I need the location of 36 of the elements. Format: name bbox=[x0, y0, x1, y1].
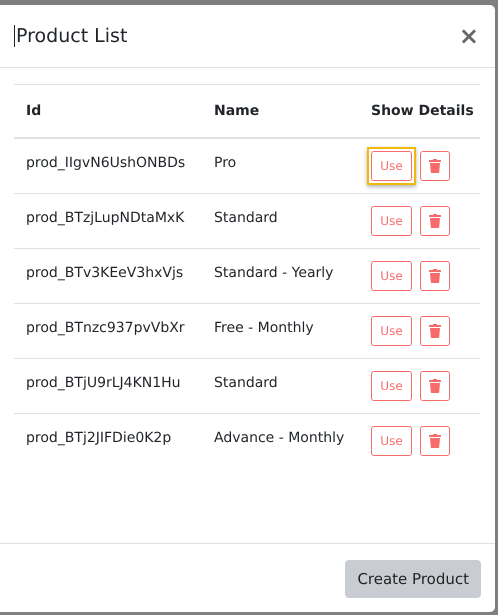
table-cell: Advance - Monthly bbox=[214, 430, 344, 446]
use-button[interactable]: Use bbox=[371, 151, 412, 181]
table-cell: Standard bbox=[214, 210, 278, 226]
table-cell: prod_IIgvN6UshONBDs bbox=[26, 155, 186, 171]
table-cell: Pro bbox=[214, 155, 236, 171]
trash-icon bbox=[429, 379, 441, 393]
table-cell: prod_BTzjLupNDtaMxK bbox=[26, 210, 184, 226]
use-button[interactable]: Use bbox=[371, 371, 412, 401]
use-button[interactable]: Use bbox=[371, 206, 412, 236]
table-cell: prod_BTv3KEeV3hxVjs bbox=[26, 265, 184, 281]
column-header: Id bbox=[26, 103, 42, 119]
use-button[interactable]: Use bbox=[371, 261, 412, 291]
delete-button[interactable] bbox=[420, 151, 450, 181]
delete-button[interactable] bbox=[420, 261, 450, 291]
delete-button[interactable] bbox=[420, 426, 450, 456]
use-button[interactable]: Use bbox=[371, 316, 412, 346]
close-button[interactable]: × bbox=[458, 22, 479, 50]
table-cell: Standard bbox=[214, 375, 278, 391]
use-button[interactable]: Use bbox=[371, 426, 412, 456]
trash-icon bbox=[429, 434, 441, 448]
table-cell: prod_BTnzc937pvVbXr bbox=[26, 320, 185, 336]
modal-title: Product List bbox=[14, 25, 128, 47]
trash-icon bbox=[429, 159, 441, 173]
trash-icon bbox=[429, 269, 441, 283]
trash-icon bbox=[429, 324, 441, 338]
create-product-button[interactable]: Create Product bbox=[345, 560, 481, 598]
column-header: Show Details bbox=[371, 103, 474, 119]
table-cell: Free - Monthly bbox=[214, 320, 314, 336]
table-cell: prod_BTjU9rLJ4KN1Hu bbox=[26, 375, 181, 391]
table-cell: Standard - Yearly bbox=[214, 265, 334, 281]
column-header: Name bbox=[214, 103, 260, 119]
trash-icon bbox=[429, 214, 441, 228]
delete-button[interactable] bbox=[420, 371, 450, 401]
delete-button[interactable] bbox=[420, 206, 450, 236]
delete-button[interactable] bbox=[420, 316, 450, 346]
table-cell: prod_BTj2JIFDie0K2p bbox=[26, 430, 172, 446]
